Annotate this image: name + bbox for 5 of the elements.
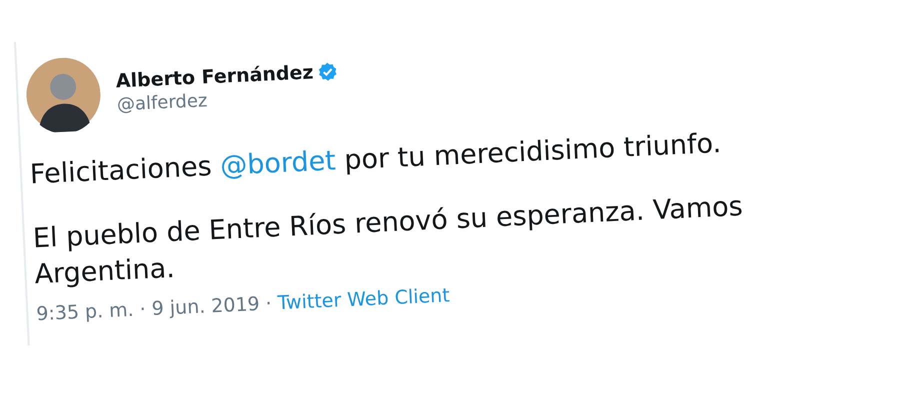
timestamp: 9:35 p. m. · 9 jun. 2019 (36, 293, 260, 326)
separator: · (265, 292, 272, 315)
mention-link[interactable]: @bordet (220, 146, 336, 182)
avatar-icon (24, 56, 102, 134)
source-link[interactable]: Twitter Web Client (277, 284, 450, 314)
